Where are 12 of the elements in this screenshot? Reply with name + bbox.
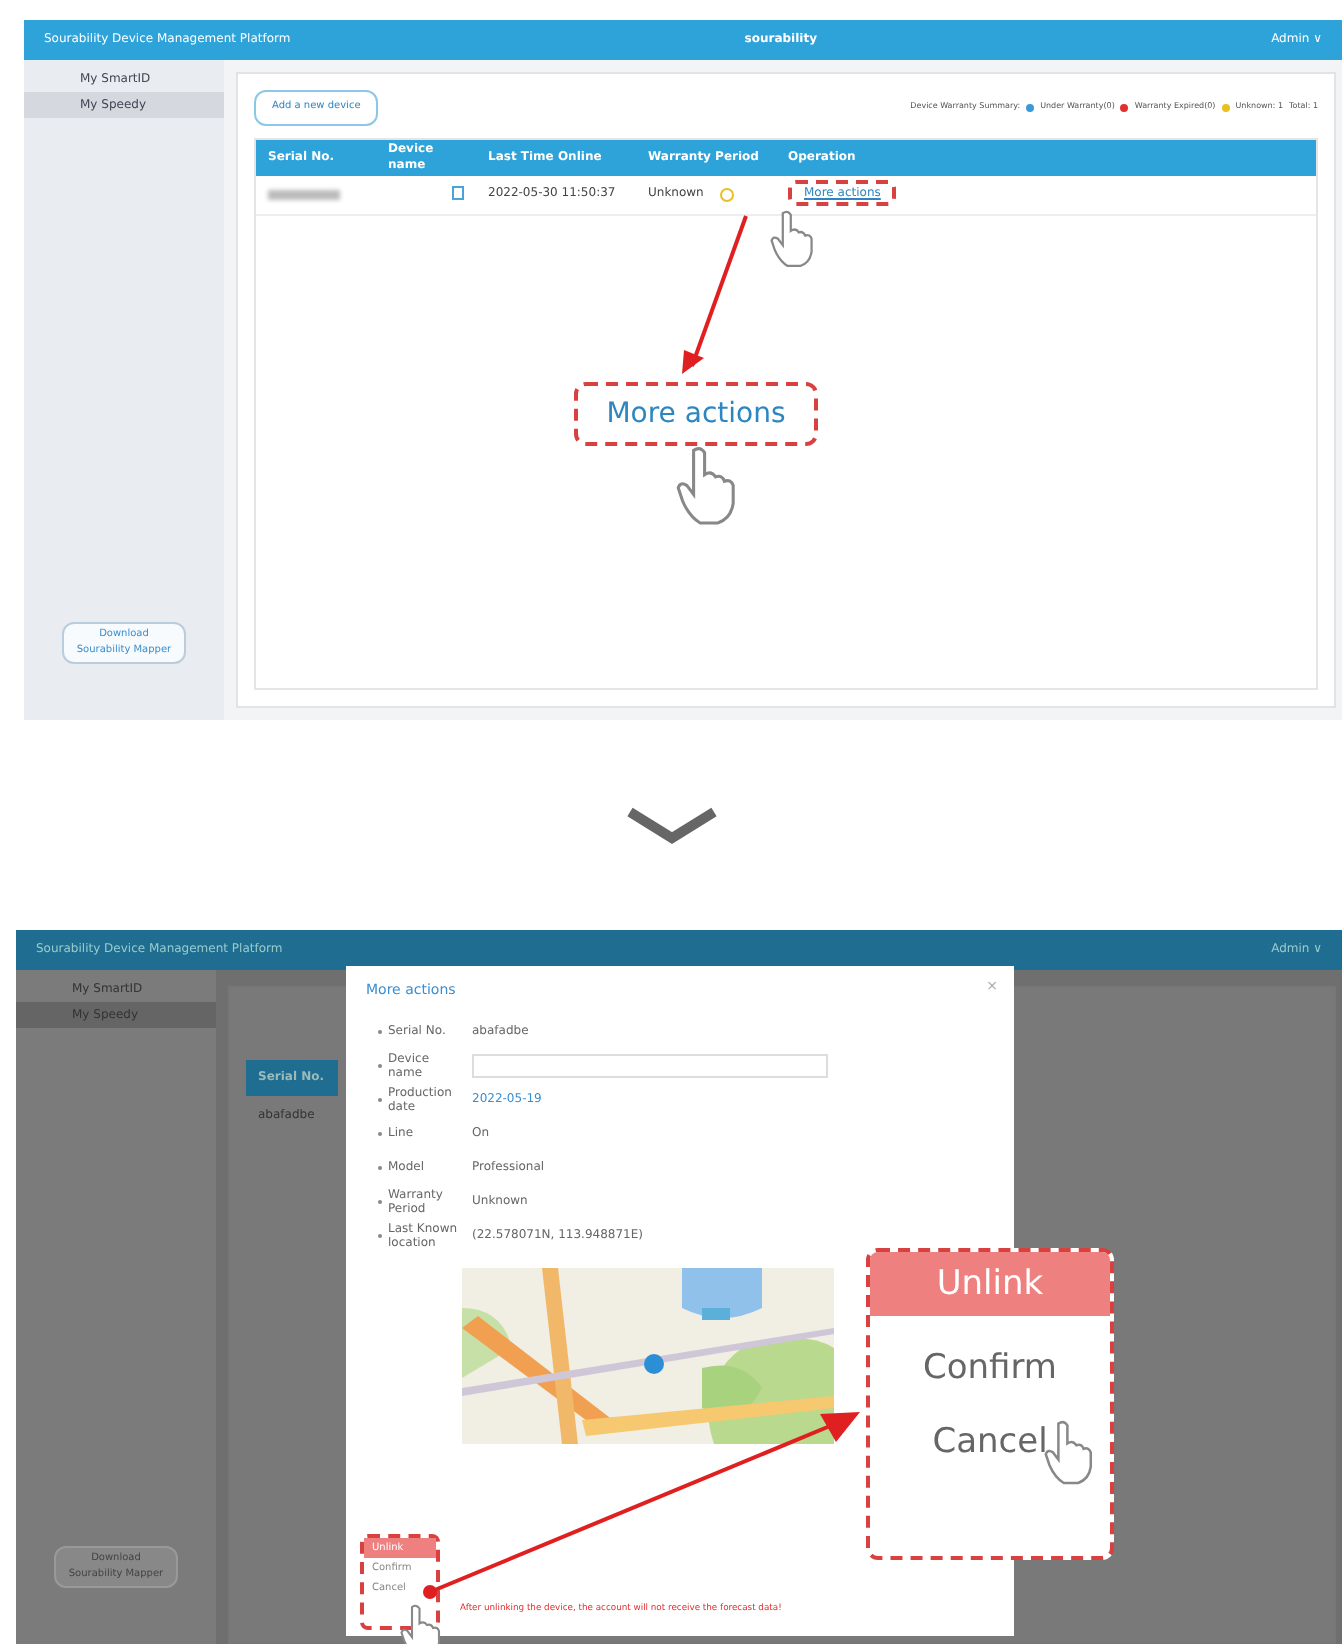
edit-icon xyxy=(452,186,464,201)
menu-item[interactable]: Confirm xyxy=(922,1348,1057,1390)
more-actions-callout: More actions xyxy=(574,382,818,446)
menu-header: Unlink xyxy=(870,1252,1110,1317)
hand-cursor-icon xyxy=(676,446,738,530)
hand-cursor-icon xyxy=(770,210,815,271)
hand-cursor-icon xyxy=(1044,1420,1095,1489)
menu-item[interactable]: Cancel xyxy=(932,1421,1048,1463)
input-field[interactable] xyxy=(472,1053,828,1078)
warning-icon xyxy=(719,187,734,201)
blurred-serial xyxy=(268,189,340,199)
chevron-down-icon xyxy=(623,805,719,845)
